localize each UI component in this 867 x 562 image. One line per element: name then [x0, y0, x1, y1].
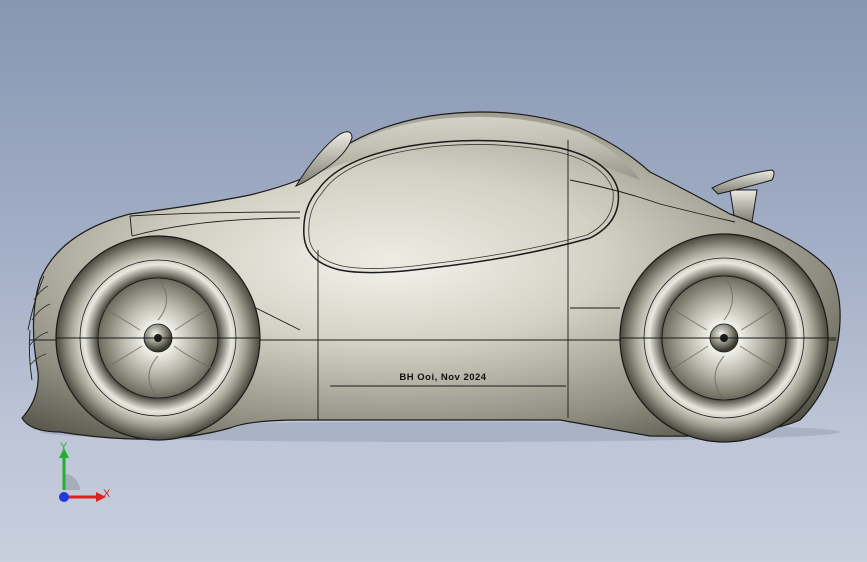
coordinate-triad: Y X: [59, 441, 111, 502]
z-axis-origin: [59, 492, 69, 502]
signature-text: BH Ooi, Nov 2024: [399, 372, 486, 383]
y-axis-label: Y: [60, 441, 68, 453]
x-axis-label: X: [103, 488, 111, 500]
front-wheel[interactable]: [55, 235, 261, 441]
car-model[interactable]: BH Ooi, Nov 2024: [0, 0, 867, 562]
graphics-viewport[interactable]: BH Ooi, Nov 2024 Y X: [0, 0, 867, 562]
